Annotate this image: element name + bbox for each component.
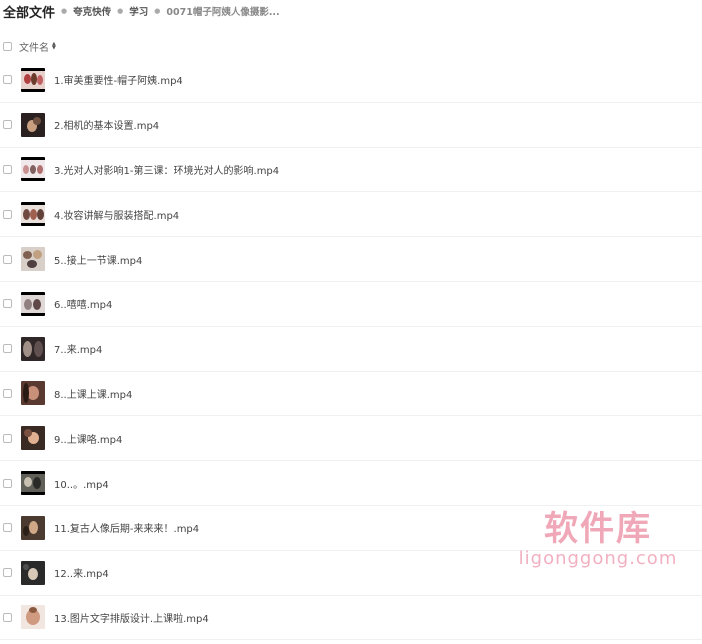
- file-name[interactable]: 4.妆容讲解与服装搭配.mp4: [54, 207, 179, 222]
- file-name[interactable]: 2.相机的基本设置.mp4: [54, 117, 159, 132]
- video-thumbnail-icon[interactable]: [21, 381, 45, 406]
- select-all-checkbox[interactable]: [3, 41, 12, 51]
- file-checkbox[interactable]: [3, 164, 12, 174]
- breadcrumb-item-quark[interactable]: 夸克快传: [73, 4, 111, 18]
- file-checkbox[interactable]: [3, 388, 12, 398]
- breadcrumb: 全部文件 ● 夸克快传 ● 学习 ● 0071帽子阿姨人像摄影...: [0, 0, 280, 22]
- file-row[interactable]: 10..。.mp4: [0, 461, 702, 506]
- video-thumbnail-icon[interactable]: [21, 605, 45, 630]
- file-row[interactable]: 11.复古人像后期-来来来！.mp4: [0, 506, 702, 551]
- file-checkbox[interactable]: [3, 478, 12, 488]
- file-checkbox[interactable]: [3, 299, 12, 309]
- file-row[interactable]: 1.审美重要性-帽子阿姨.mp4: [0, 58, 702, 103]
- file-checkbox[interactable]: [3, 209, 12, 219]
- file-name[interactable]: 5..接上一节课.mp4: [54, 252, 142, 267]
- file-browser-page: 全部文件 ● 夸克快传 ● 学习 ● 0071帽子阿姨人像摄影... 文件名 ▲…: [0, 0, 702, 644]
- video-thumbnail-icon[interactable]: [21, 67, 45, 92]
- file-row[interactable]: 12..来.mp4: [0, 551, 702, 596]
- video-thumbnail-icon[interactable]: [21, 202, 45, 227]
- breadcrumb-root[interactable]: 全部文件: [3, 2, 55, 21]
- file-checkbox[interactable]: [3, 120, 12, 130]
- file-name[interactable]: 1.审美重要性-帽子阿姨.mp4: [54, 72, 183, 87]
- video-thumbnail-icon[interactable]: [21, 471, 45, 496]
- file-row[interactable]: 5..接上一节课.mp4: [0, 237, 702, 282]
- file-row[interactable]: 4.妆容讲解与服装搭配.mp4: [0, 192, 702, 238]
- video-thumbnail-icon[interactable]: [21, 336, 45, 361]
- video-thumbnail-icon[interactable]: [21, 157, 45, 182]
- file-checkbox[interactable]: [3, 75, 12, 85]
- file-name[interactable]: 10..。.mp4: [54, 476, 109, 491]
- column-header-name[interactable]: 文件名: [19, 39, 49, 54]
- file-row[interactable]: 8..上课上课.mp4: [0, 372, 702, 417]
- file-checkbox[interactable]: [3, 568, 12, 578]
- file-row[interactable]: 9..上课咯.mp4: [0, 416, 702, 462]
- file-name[interactable]: 8..上课上课.mp4: [54, 386, 132, 401]
- file-name[interactable]: 12..来.mp4: [54, 565, 109, 580]
- file-checkbox[interactable]: [3, 254, 12, 264]
- breadcrumb-item-current: 0071帽子阿姨人像摄影...: [166, 7, 280, 18]
- file-list-header: 文件名 ▲ ▼: [0, 36, 702, 56]
- sort-icon[interactable]: ▲ ▼: [52, 42, 56, 51]
- file-checkbox[interactable]: [3, 433, 12, 443]
- file-name[interactable]: 6..嘻嘻.mp4: [54, 296, 112, 311]
- file-row[interactable]: 6..嘻嘻.mp4: [0, 282, 702, 327]
- video-thumbnail-icon[interactable]: [21, 560, 45, 585]
- video-thumbnail-icon[interactable]: [21, 112, 45, 137]
- file-name[interactable]: 11.复古人像后期-来来来！.mp4: [54, 520, 199, 535]
- file-name[interactable]: 3.光对人对影响1-第三课：环境光对人的影响.mp4: [54, 162, 279, 177]
- breadcrumb-separator-icon: ●: [61, 7, 68, 15]
- file-row[interactable]: 7..来.mp4: [0, 327, 702, 372]
- file-list: 1.审美重要性-帽子阿姨.mp4 2.相机的基本设置.mp4 3.光对人对影响1-第…: [0, 58, 702, 641]
- breadcrumb-item-study[interactable]: 学习: [129, 4, 148, 18]
- file-row[interactable]: 3.光对人对影响1-第三课：环境光对人的影响.mp4: [0, 148, 702, 193]
- breadcrumb-separator-icon: ●: [117, 7, 124, 15]
- video-thumbnail-icon[interactable]: [21, 247, 45, 272]
- file-checkbox[interactable]: [3, 523, 12, 533]
- file-name[interactable]: 9..上课咯.mp4: [54, 431, 122, 446]
- file-name[interactable]: 7..来.mp4: [54, 341, 102, 356]
- file-checkbox[interactable]: [3, 612, 12, 622]
- video-thumbnail-icon[interactable]: [21, 515, 45, 540]
- file-row[interactable]: 13.图片文字排版设计.上课啦.mp4: [0, 596, 702, 641]
- file-name[interactable]: 13.图片文字排版设计.上课啦.mp4: [54, 610, 209, 625]
- breadcrumb-separator-icon: ●: [154, 7, 161, 15]
- video-thumbnail-icon[interactable]: [21, 426, 45, 451]
- video-thumbnail-icon[interactable]: [21, 291, 45, 316]
- file-row[interactable]: 2.相机的基本设置.mp4: [0, 103, 702, 148]
- file-checkbox[interactable]: [3, 344, 12, 354]
